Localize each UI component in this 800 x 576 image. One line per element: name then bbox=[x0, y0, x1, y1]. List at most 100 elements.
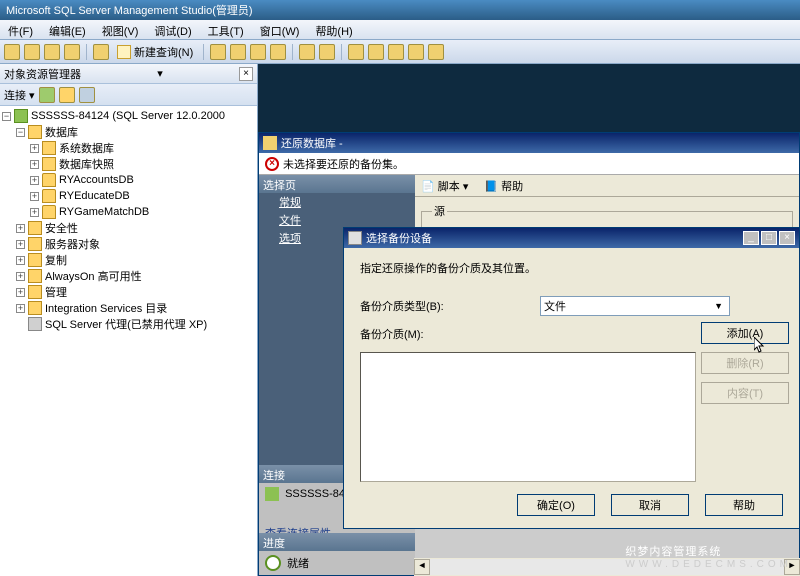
backup-title: 选择备份设备 bbox=[366, 230, 432, 246]
ok-button[interactable]: 确定(O) bbox=[517, 494, 595, 516]
restore-title: 还原数据库 - bbox=[281, 135, 343, 151]
toolbar-icon[interactable] bbox=[299, 44, 315, 60]
restore-titlebar[interactable]: 还原数据库 - bbox=[259, 133, 799, 153]
tree: −SSSSSS-84124 (SQL Server 12.0.2000 −数据库… bbox=[0, 106, 257, 334]
separator bbox=[86, 44, 87, 60]
add-button[interactable]: 添加(A) bbox=[701, 322, 789, 344]
page-general[interactable]: 常规 bbox=[259, 193, 415, 211]
toolbar-icon[interactable] bbox=[368, 44, 384, 60]
minimize-icon[interactable]: _ bbox=[743, 231, 759, 245]
folder-icon bbox=[28, 269, 42, 283]
menu-help[interactable]: 帮助(H) bbox=[307, 20, 360, 39]
agent-icon bbox=[28, 317, 42, 331]
main-toolbar: 新建查询(N) bbox=[0, 40, 800, 64]
maximize-icon[interactable]: □ bbox=[761, 231, 777, 245]
tree-sysdb[interactable]: +系统数据库 bbox=[0, 140, 257, 156]
toolbar-icon[interactable] bbox=[230, 44, 246, 60]
backup-media-list[interactable] bbox=[360, 352, 696, 482]
toolbar-icon[interactable] bbox=[93, 44, 109, 60]
remove-button: 删除(R) bbox=[701, 352, 789, 374]
server-icon bbox=[265, 487, 279, 501]
new-query-button[interactable]: 新建查询(N) bbox=[113, 43, 197, 61]
content-button: 内容(T) bbox=[701, 382, 789, 404]
chevron-down-icon: ▼ bbox=[714, 301, 723, 311]
close-icon[interactable]: × bbox=[779, 231, 795, 245]
folder-icon bbox=[28, 125, 42, 139]
separator bbox=[292, 44, 293, 60]
object-explorer: 对象资源管理器 ▾ × 连接 ▾ −SSSSSS-84124 (SQL Serv… bbox=[0, 64, 258, 576]
close-icon[interactable]: × bbox=[239, 67, 253, 81]
menubar: 件(F) 编辑(E) 视图(V) 调试(D) 工具(T) 窗口(W) 帮助(H) bbox=[0, 20, 800, 40]
tree-db[interactable]: +RYEducateDB bbox=[0, 188, 257, 204]
separator bbox=[341, 44, 342, 60]
tree-management[interactable]: +管理 bbox=[0, 284, 257, 300]
tree-dbsnap[interactable]: +数据库快照 bbox=[0, 156, 257, 172]
new-query-icon bbox=[117, 45, 131, 59]
folder-icon bbox=[28, 285, 42, 299]
toolbar-icon[interactable] bbox=[210, 44, 226, 60]
cancel-button[interactable]: 取消 bbox=[611, 494, 689, 516]
toolbar-icon[interactable] bbox=[408, 44, 424, 60]
select-page-header: 选择页 bbox=[259, 175, 415, 193]
backup-bottom-buttons: 确定(O) 取消 帮助 bbox=[517, 494, 783, 516]
menu-file[interactable]: 件(F) bbox=[0, 20, 41, 39]
help-link[interactable]: 📘 帮助 bbox=[484, 178, 523, 194]
toolbar-icon[interactable] bbox=[79, 87, 95, 103]
pin-icon[interactable]: ▾ bbox=[157, 67, 163, 80]
scroll-left-icon[interactable]: ◄ bbox=[414, 559, 430, 575]
tree-security[interactable]: +安全性 bbox=[0, 220, 257, 236]
filter-icon[interactable] bbox=[59, 87, 75, 103]
connect-dropdown[interactable]: 连接 ▾ bbox=[4, 87, 35, 103]
tree-serverobj[interactable]: +服务器对象 bbox=[0, 236, 257, 252]
warning-text: 未选择要还原的备份集。 bbox=[283, 156, 404, 172]
progress-body: 就绪 bbox=[259, 551, 415, 575]
toolbar-icon[interactable] bbox=[319, 44, 335, 60]
toolbar-icon[interactable] bbox=[64, 44, 80, 60]
toolbar-icon[interactable] bbox=[388, 44, 404, 60]
toolbar-icon[interactable] bbox=[348, 44, 364, 60]
toolbar-icon[interactable] bbox=[270, 44, 286, 60]
backup-instruction: 指定还原操作的备份介质及其位置。 bbox=[360, 260, 783, 276]
backup-body: 指定还原操作的备份介质及其位置。 备份介质类型(B): 文件 ▼ 备份介质(M)… bbox=[344, 248, 799, 494]
toolbar-icon[interactable] bbox=[24, 44, 40, 60]
media-label: 备份介质(M): bbox=[360, 326, 540, 342]
media-type-label: 备份介质类型(B): bbox=[360, 298, 540, 314]
menu-window[interactable]: 窗口(W) bbox=[252, 20, 308, 39]
tree-server[interactable]: −SSSSSS-84124 (SQL Server 12.0.2000 bbox=[0, 108, 257, 124]
source-legend: 源 bbox=[432, 203, 447, 219]
script-dropdown[interactable]: 📄 脚本 ▾ bbox=[421, 178, 468, 194]
menu-debug[interactable]: 调试(D) bbox=[146, 20, 199, 39]
toolbar-icon[interactable] bbox=[250, 44, 266, 60]
toolbar-icon[interactable] bbox=[4, 44, 20, 60]
folder-icon bbox=[42, 157, 56, 171]
tree-agent[interactable]: SQL Server 代理(已禁用代理 XP) bbox=[0, 316, 257, 332]
toolbar-icon[interactable] bbox=[44, 44, 60, 60]
folder-icon bbox=[28, 253, 42, 267]
menu-view[interactable]: 视图(V) bbox=[94, 20, 147, 39]
refresh-icon[interactable] bbox=[39, 87, 55, 103]
media-type-combo[interactable]: 文件 ▼ bbox=[540, 296, 730, 316]
menu-tools[interactable]: 工具(T) bbox=[200, 20, 252, 39]
tree-db[interactable]: +RYGameMatchDB bbox=[0, 204, 257, 220]
backup-side-buttons: 添加(A) 删除(R) 内容(T) bbox=[701, 322, 789, 404]
progress-icon bbox=[265, 555, 281, 571]
explorer-header: 对象资源管理器 ▾ × bbox=[0, 64, 257, 84]
tree-databases[interactable]: −数据库 bbox=[0, 124, 257, 140]
tree-db[interactable]: +RYAccountsDB bbox=[0, 172, 257, 188]
tree-intsvc[interactable]: +Integration Services 目录 bbox=[0, 300, 257, 316]
explorer-title: 对象资源管理器 bbox=[4, 66, 81, 82]
watermark: 织梦内容管理系统 WWW.DEDECMS.COM bbox=[625, 542, 792, 570]
help-button[interactable]: 帮助 bbox=[705, 494, 783, 516]
explorer-toolbar: 连接 ▾ bbox=[0, 84, 257, 106]
tree-alwayson[interactable]: +AlwaysOn 高可用性 bbox=[0, 268, 257, 284]
warning-bar: × 未选择要还原的备份集。 bbox=[259, 153, 799, 175]
server-icon bbox=[14, 109, 28, 123]
backup-titlebar[interactable]: 选择备份设备 _ □ × bbox=[344, 228, 799, 248]
toolbar-icon[interactable] bbox=[428, 44, 444, 60]
folder-icon bbox=[28, 301, 42, 315]
folder-icon bbox=[28, 237, 42, 251]
menu-edit[interactable]: 编辑(E) bbox=[41, 20, 94, 39]
error-icon: × bbox=[265, 157, 279, 171]
tree-replication[interactable]: +复制 bbox=[0, 252, 257, 268]
dialog-icon bbox=[348, 231, 362, 245]
